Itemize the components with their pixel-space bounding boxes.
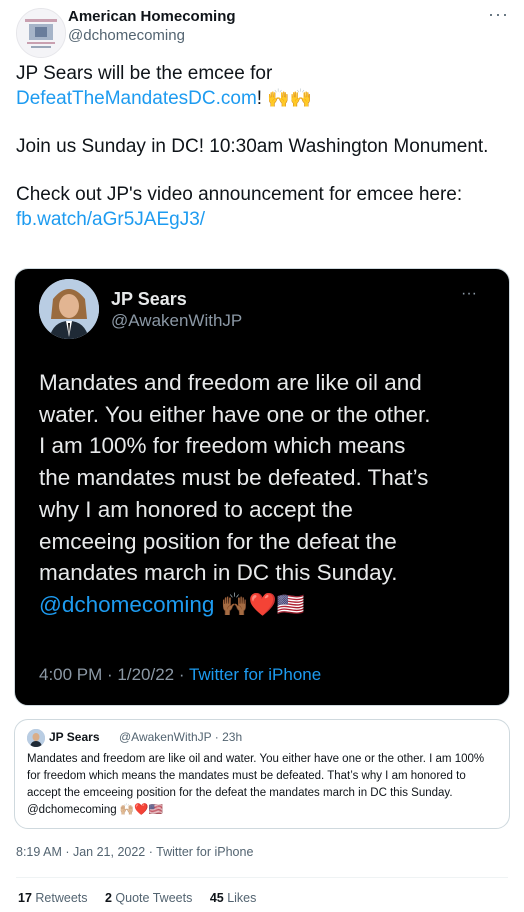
inner-line: why I am honored to accept the [39,496,353,522]
inner-emoji: 🙌🏾❤️🇺🇸 [220,591,305,617]
quote-handle-time: @AwakenWithJP · 23h [119,730,243,744]
tweet-para3: Check out JP's video announcement for em… [16,184,463,205]
divider [16,877,508,878]
inner-line: water. You either have one or the other. [39,401,431,427]
inner-line: emceeing position for the defeat the [39,528,397,554]
tweet-text: JP Sears will be the emcee for DefeatThe… [16,61,508,232]
inner-line: Mandates and freedom are like oil and [39,370,422,395]
likes-count: 45 [209,891,224,905]
tweet-para2: Join us Sunday in DC! 10:30am Washington… [16,136,489,157]
inner-line: mandates march in DC this Sunday. [39,560,398,586]
retweets-count: 17 [18,891,32,905]
inner-source: Twitter for iPhone [188,665,322,684]
person-portrait-icon [27,729,45,747]
inner-tweet-text: Mandates and freedom are like oil and wa… [39,367,499,621]
inner-time-date: 4:00 PM · 1/20/22 · [39,665,189,684]
quote-author-name: JP Sears [49,730,100,744]
retweets-stat[interactable]: 17 Retweets [18,891,88,905]
inner-author-handle: @AwakenWithJP [111,311,243,330]
inner-line: the mandates must be defeated. That’s [39,465,429,491]
quoted-tweet[interactable]: JP Sears @AwakenWithJP · 23h Mandates an… [14,719,510,829]
more-options-icon[interactable]: ··· [488,4,509,25]
quotes-label: Quote Tweets [115,891,193,905]
tweet-screenshot-image[interactable]: JP Sears @AwakenWithJP ··· Mandates and … [14,268,510,706]
quote-avatar [27,729,45,747]
likes-stat[interactable]: 45 Likes [210,891,257,905]
quote-tweets-stat[interactable]: 2 Quote Tweets [105,891,192,905]
jp-sears-avatar [39,279,99,339]
quotes-count: 2 [104,891,112,905]
avatar[interactable] [16,8,66,58]
engagement-stats: 17 Retweets 2 Quote Tweets 45 Likes [18,891,270,905]
retweets-label: Retweets [35,891,88,905]
author-handle[interactable]: @dchomecoming [68,27,185,44]
tweet-line1: JP Sears will be the emcee for [16,63,273,84]
defeat-mandates-link[interactable]: DefeatTheMandatesDC.com [16,88,257,109]
likes-label: Likes [227,891,257,905]
inner-more-icon: ··· [461,285,477,302]
seal-logo-icon [17,9,65,57]
person-portrait-icon [39,279,99,339]
tweet-timestamp[interactable]: 8:19 AM · Jan 21, 2022 · Twitter for iPh… [16,845,253,859]
inner-mention: @dchomecoming [39,591,215,617]
raised-hands-emoji: 🙌🙌 [267,88,313,108]
fb-watch-link[interactable]: fb.watch/aGr5JAEgJ3/ [16,209,205,230]
author-name[interactable]: American Homecoming [68,8,236,25]
quote-text: Mandates and freedom are like oil and wa… [27,753,485,816]
inner-line: I am 100% for freedom which means [39,433,406,459]
exclamation: ! [256,88,263,109]
inner-meta: 4:00 PM · 1/20/22 · Twitter for iPhone [39,665,321,685]
inner-author-name: JP Sears [111,289,187,309]
